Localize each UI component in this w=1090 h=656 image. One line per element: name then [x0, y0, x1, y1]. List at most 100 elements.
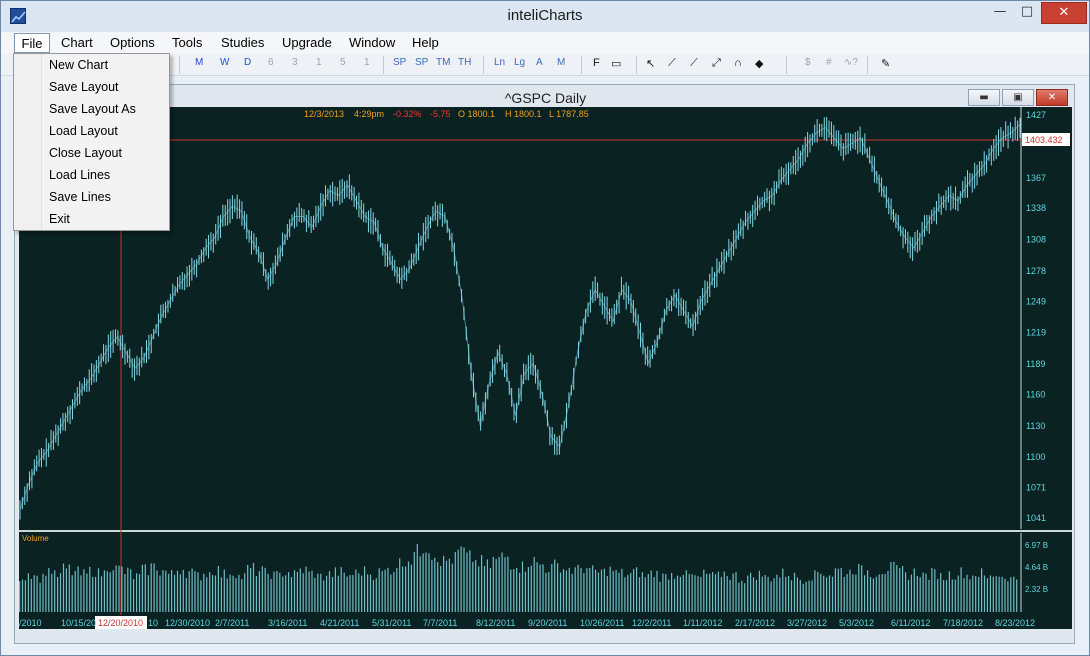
volume-bar	[136, 573, 138, 612]
window-maximize-button[interactable]: □	[1014, 2, 1040, 24]
menu-item-exit[interactable]: Exit	[49, 212, 70, 226]
volume-bar	[1007, 581, 1009, 612]
volume-bar	[369, 574, 372, 612]
menu-item-close-layout[interactable]: Close Layout	[49, 146, 122, 160]
volume-bar	[83, 569, 85, 612]
dollar-icon[interactable]: $	[805, 57, 811, 68]
volume-bar	[633, 568, 635, 612]
period-1b-button[interactable]: 1	[364, 57, 370, 68]
volume-bar	[788, 575, 790, 612]
menu-help[interactable]: Help	[412, 35, 439, 50]
volume-bar	[890, 562, 892, 612]
edit-icon[interactable]: ✎	[881, 57, 890, 70]
magnet-icon[interactable]: ∩	[734, 57, 742, 69]
scale-sp-button[interactable]: SP	[393, 57, 406, 68]
volume-bar	[30, 579, 32, 612]
volume-bar	[574, 567, 576, 612]
cursor-pointer-icon[interactable]: ↖	[646, 57, 655, 70]
period-6-button[interactable]: 6	[268, 57, 274, 68]
volume-bar	[559, 572, 562, 612]
volume-bar	[162, 570, 164, 612]
volume-bar	[992, 576, 994, 612]
volume-bar	[390, 574, 392, 612]
volume-bar	[545, 572, 547, 612]
label-tool-icon[interactable]: ▭	[611, 57, 621, 70]
menu-item-load-lines[interactable]: Load Lines	[49, 168, 110, 182]
period-5-button[interactable]: 5	[340, 57, 346, 68]
y-tick-label: 1041	[1026, 513, 1046, 523]
draw-ray-icon[interactable]: ⟋	[690, 57, 698, 70]
menu-window[interactable]: Window	[349, 35, 395, 50]
volume-bar	[852, 574, 854, 612]
price-chart[interactable]: 12/3/2013 4:29pm -0.32% -5.75 O 1800.1 H…	[19, 107, 1072, 615]
volume-bar	[285, 575, 287, 612]
volume-bar	[779, 577, 781, 612]
axis-linear-button[interactable]: Ln	[494, 57, 505, 68]
volume-bar	[413, 551, 415, 612]
volume-bar	[372, 580, 374, 612]
volume-bar	[773, 578, 775, 612]
period-daily-button[interactable]: D	[244, 57, 251, 68]
volume-bar	[750, 572, 752, 612]
volume-bar	[244, 573, 246, 612]
chart-maximize-button[interactable]: ▣	[1002, 89, 1034, 106]
volume-bar	[375, 578, 377, 612]
volume-bar	[220, 577, 222, 612]
menu-item-save-layout-as[interactable]: Save Layout As	[49, 102, 136, 116]
menu-item-new-chart[interactable]: New Chart	[49, 58, 108, 72]
volume-bar	[867, 570, 869, 612]
menu-item-load-layout[interactable]: Load Layout	[49, 124, 118, 138]
volume-bar	[700, 577, 702, 612]
hash-icon[interactable]: #	[826, 57, 832, 68]
volume-bar	[679, 576, 681, 612]
period-monthly-button[interactable]: M	[195, 57, 203, 68]
window-close-button[interactable]: ✕	[1041, 2, 1087, 24]
menu-studies[interactable]: Studies	[221, 35, 264, 50]
wave-question-icon[interactable]: ∿?	[844, 57, 858, 68]
volume-bar	[472, 561, 474, 612]
scale-sp2-button[interactable]: SP	[415, 57, 428, 68]
window-title: inteliCharts	[507, 7, 583, 24]
volume-bar	[615, 569, 617, 612]
chart-close-button[interactable]: ✕	[1036, 89, 1068, 106]
menu-item-save-layout[interactable]: Save Layout	[49, 80, 119, 94]
draw-line-icon[interactable]: ⟋	[668, 57, 676, 70]
x-tick-label: 10/26/2011	[580, 618, 624, 628]
y-tick-label: 1427	[1026, 110, 1046, 120]
menu-upgrade[interactable]: Upgrade	[282, 35, 332, 50]
chart-minimize-button[interactable]: ▬	[968, 89, 1000, 106]
window-minimize-button[interactable]: —	[987, 2, 1013, 24]
volume-bar	[706, 573, 708, 612]
period-1-button[interactable]: 1	[316, 57, 322, 68]
scale-th-button[interactable]: TH	[458, 57, 471, 68]
volume-bar	[171, 570, 173, 612]
menu-options[interactable]: Options	[110, 35, 155, 50]
volume-bar	[676, 575, 679, 612]
volume-bar	[65, 568, 67, 612]
volume-bar	[194, 571, 196, 612]
menu-tools[interactable]: Tools	[172, 35, 202, 50]
volume-bar	[302, 573, 304, 612]
volume-bar	[80, 575, 82, 612]
axis-log-button[interactable]: Lg	[514, 57, 525, 68]
scale-tm-button[interactable]: TM	[436, 57, 450, 68]
volume-bar	[147, 575, 149, 612]
volume-bar	[478, 566, 480, 612]
menu-item-save-lines[interactable]: Save Lines	[49, 190, 111, 204]
draw-extended-line-icon[interactable]: ⤢	[712, 57, 721, 70]
eraser-icon[interactable]: ◆	[755, 57, 763, 70]
volume-bar	[393, 571, 395, 612]
quote-pct: -0.32%	[393, 109, 422, 119]
volume-bar	[735, 572, 737, 612]
axis-auto-button[interactable]: A	[536, 57, 543, 68]
volume-bar	[144, 564, 146, 612]
volume-bar	[881, 574, 883, 612]
menu-file[interactable]: File	[14, 33, 50, 53]
axis-manual-button[interactable]: M	[557, 57, 565, 68]
volume-bar	[352, 574, 354, 612]
menu-chart[interactable]: Chart	[61, 35, 93, 50]
period-weekly-button[interactable]: W	[220, 57, 229, 68]
volume-bar	[349, 575, 351, 612]
f-button[interactable]: F	[593, 57, 600, 69]
period-3-button[interactable]: 3	[292, 57, 298, 68]
